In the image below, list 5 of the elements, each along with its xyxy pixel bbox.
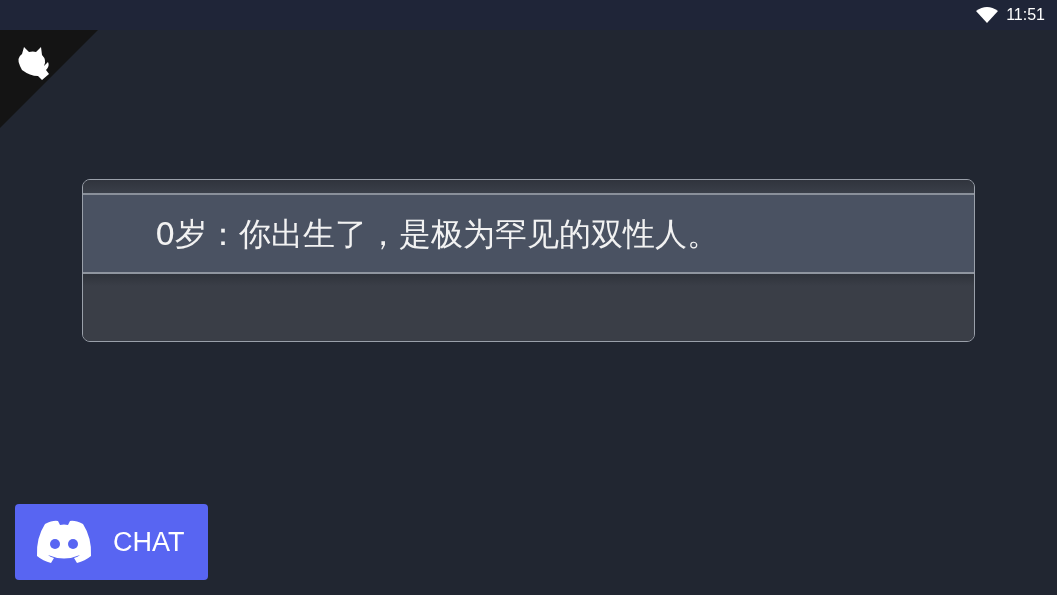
chat-button[interactable]: CHAT <box>15 504 208 580</box>
clock-time: 11:51 <box>1006 5 1045 25</box>
wifi-icon <box>976 7 999 23</box>
event-text: 0岁：你出生了，是极为罕见的双性人。 <box>155 217 720 250</box>
chat-logo-icon <box>35 520 93 564</box>
